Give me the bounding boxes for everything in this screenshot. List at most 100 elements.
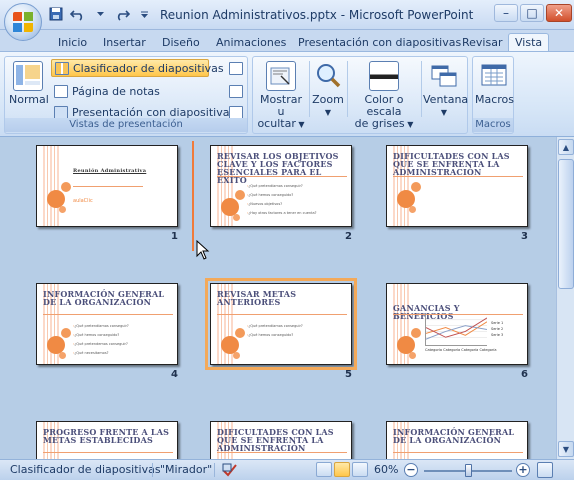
show-hide-label-2: ocultar — [257, 117, 296, 130]
master-handout-button[interactable] — [229, 82, 245, 100]
chevron-down-icon: ▼ — [295, 120, 305, 129]
chevron-down-icon: ▼ — [324, 108, 332, 117]
ribbon: Normal Clasificador de diapositivas Pági… — [0, 51, 574, 137]
show-hide-label: Mostrar u — [259, 93, 303, 118]
undo-icon[interactable] — [70, 6, 86, 22]
scroll-down-icon[interactable]: ▼ — [558, 441, 574, 457]
color-grayscale-button[interactable]: Color o escala de grises ▼ — [349, 61, 419, 131]
vertical-scrollbar[interactable]: ▲ ▼ — [556, 137, 574, 459]
slide-thumbnail[interactable]: Ganancias y Beneficios Serie 1 Serie 2 S… — [386, 283, 528, 380]
insertion-marker — [192, 141, 194, 251]
status-theme-name: "Mirador" — [160, 463, 213, 476]
slide-bullet: ¿Qué pretendíamos conseguir? — [247, 182, 345, 191]
chart-legend-item: Serie 3 — [491, 333, 504, 337]
slide-thumbnail[interactable]: Información General de la Organización — [386, 421, 528, 459]
zoom-level[interactable]: 60% — [374, 463, 398, 476]
slide-thumbnail[interactable]: Información General de la Organización ¿… — [36, 283, 178, 380]
close-button[interactable]: ✕ — [546, 4, 572, 22]
slideshow-status-button[interactable] — [352, 462, 368, 477]
normal-view-button[interactable]: Normal — [9, 61, 49, 106]
normal-view-status-button[interactable] — [316, 462, 332, 477]
zoom-in-button[interactable]: + — [516, 463, 530, 477]
window-title: Reunion Administrativos.pptx - Microsoft… — [160, 8, 474, 22]
maximize-button[interactable]: □ — [520, 4, 544, 22]
slideshow-icon — [54, 105, 68, 119]
minimize-button[interactable]: – — [494, 4, 518, 22]
zoom-label: Zoom — [312, 93, 344, 106]
show-hide-button[interactable]: Mostrar u ocultar ▼ — [255, 61, 307, 131]
zoom-button[interactable]: Zoom ▼ — [311, 61, 345, 119]
tab-insertar[interactable]: Insertar — [103, 33, 146, 52]
slide-thumbnail[interactable]: Progreso Frente a las Metas Establecidas — [36, 421, 178, 459]
slide-sorter-label: Clasificador de diapositivas — [73, 61, 224, 75]
slide-sorter-button[interactable]: Clasificador de diapositivas — [51, 59, 224, 77]
office-button[interactable] — [4, 3, 42, 41]
tab-diseno[interactable]: Diseño — [162, 33, 200, 52]
tab-vista[interactable]: Vista — [508, 33, 550, 52]
scroll-thumb[interactable] — [558, 159, 574, 289]
tab-presentacion[interactable]: Presentación con diapositivas — [298, 33, 461, 52]
slide-canvas: Ganancias y Beneficios Serie 1 Serie 2 S… — [386, 283, 528, 365]
slide-bullet: ¿Hay otros factores a tener en cuenta? — [247, 209, 345, 218]
slide-sorter-icon — [55, 61, 69, 75]
redo-icon[interactable] — [114, 6, 130, 22]
scroll-up-icon[interactable]: ▲ — [558, 139, 574, 155]
ruler-icon — [266, 61, 296, 91]
chevron-down-icon: ▼ — [404, 120, 414, 129]
master-notes-icon — [229, 105, 243, 119]
group-macros: Macros Macros — [472, 56, 514, 134]
slide-title: Reunión Administrativa — [73, 168, 147, 174]
slide-title: Revisar los objetivos clave y los factor… — [217, 151, 339, 185]
slide-sorter-status-button[interactable] — [334, 462, 350, 477]
slide-bullet: ¿Qué pretendíamos conseguir? — [73, 322, 171, 331]
magnifier-icon — [313, 61, 343, 91]
slide-bullet: ¿Qué hemos conseguido? — [247, 331, 345, 340]
slide-bullet: ¿Qué pretendíamos conseguir? — [247, 322, 345, 331]
slide-thumbnail[interactable]: Reunión Administrativa aulaClic 1 — [36, 145, 178, 242]
quick-access-toolbar — [48, 6, 152, 22]
color-grayscale-label: Color o escala — [364, 93, 404, 118]
title-bar: Reunion Administrativos.pptx - Microsoft… — [0, 0, 574, 30]
slide-sorter-area[interactable]: Reunión Administrativa aulaClic 1 Revisa… — [0, 137, 556, 459]
spell-check-icon[interactable] — [222, 463, 238, 480]
save-icon[interactable] — [48, 6, 64, 22]
zoom-slider-handle[interactable] — [465, 464, 472, 477]
status-view-name: Clasificador de diapositivas — [10, 463, 161, 476]
master-handout-icon — [229, 84, 243, 98]
tab-inicio[interactable]: Inicio — [58, 33, 87, 52]
chevron-down-icon[interactable] — [92, 6, 108, 22]
slide-bullet: ¿Qué pretendemos conseguir? — [73, 340, 171, 349]
notes-page-button[interactable]: Página de notas — [51, 82, 163, 100]
slide-canvas: Reunión Administrativa aulaClic — [36, 145, 178, 227]
slide-thumbnail[interactable]: Dificultades con las que se enfrenta la … — [210, 421, 352, 459]
slide-title: Dificultades con las que se enfrenta la … — [217, 427, 334, 453]
slide-canvas: Dificultades con las que se enfrenta la … — [210, 421, 352, 459]
notes-page-icon — [54, 84, 68, 98]
macros-button[interactable]: Macros — [475, 61, 514, 106]
window-button[interactable]: Ventana ▼ — [423, 61, 469, 119]
chevron-down-icon: ▼ — [440, 108, 448, 117]
group-label-vistas: Vistas de presentación — [5, 118, 247, 132]
slide-number: 5 — [345, 369, 352, 380]
window-label: Ventana — [423, 93, 469, 106]
zoom-out-button[interactable]: − — [404, 463, 418, 477]
color-grayscale-icon — [369, 61, 399, 91]
color-grayscale-label-2: de grises — [354, 117, 405, 130]
group-view-tools: Mostrar u ocultar ▼ Zoom ▼ Color o escala… — [252, 56, 468, 134]
window-icon — [429, 61, 459, 91]
slide-canvas: Progreso Frente a las Metas Establecidas — [36, 421, 178, 459]
tab-animaciones[interactable]: Animaciones — [216, 33, 286, 52]
fit-to-window-button[interactable] — [537, 462, 553, 478]
slide-thumbnail[interactable]: Dificultades con las que se enfrenta la … — [386, 145, 528, 242]
slide-canvas: Información General de la Organización ¿… — [36, 283, 178, 365]
slide-number: 1 — [171, 231, 178, 242]
group-vistas-presentacion: Normal Clasificador de diapositivas Pági… — [4, 56, 248, 134]
master-slide-button[interactable] — [229, 59, 245, 77]
customize-qat-icon[interactable] — [136, 6, 152, 22]
tab-revisar[interactable]: Revisar — [462, 33, 502, 52]
chart-categories: Categoría Categoría Categoría Categoría — [425, 348, 497, 352]
slide-thumbnail-selected[interactable]: Revisar Metas Anteriores ¿Qué pretendíam… — [205, 278, 357, 380]
slide-chart — [425, 314, 487, 346]
slide-thumbnail[interactable]: Revisar los objetivos clave y los factor… — [210, 145, 352, 242]
office-logo-icon — [13, 12, 33, 32]
